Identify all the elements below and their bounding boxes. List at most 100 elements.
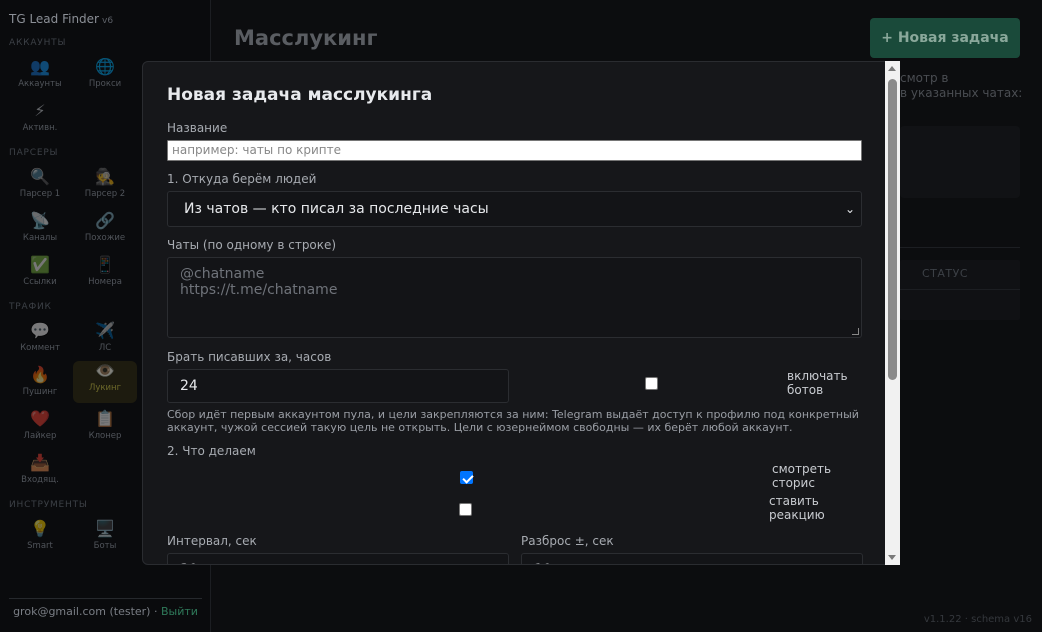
sidebar-item-label: Парсер 2 xyxy=(84,189,126,199)
sidebar-item-label: Лукинг xyxy=(88,383,122,393)
sidebar-item-looking[interactable]: 👁️ Лукинг xyxy=(73,361,137,403)
chats-placeholder-line-2: https://t.me/chatname xyxy=(180,282,338,298)
inbox-icon: 📥 xyxy=(30,453,50,472)
sidebar-item-smart[interactable]: 💡 Smart xyxy=(8,519,72,561)
scrollbar-thumb[interactable] xyxy=(888,79,897,380)
sidebar-item-label: Пушинг xyxy=(22,387,58,397)
globe-icon: 🌐 xyxy=(95,57,115,76)
sidebar-item-label: Прокси xyxy=(88,79,122,89)
sidebar-item-label: Smart xyxy=(27,541,53,551)
new-task-modal: Новая задача масслукинга Название наприм… xyxy=(142,61,900,565)
include-bots-label-line-2: ботов xyxy=(787,383,824,397)
user-box: grok@gmail.com (tester) · Выйти xyxy=(9,598,202,618)
sidebar-item-label: Коммент xyxy=(20,343,60,353)
sidebar-item-bots[interactable]: 🖥️ Боты xyxy=(73,519,137,561)
sidebar-item-inbox[interactable]: 📥 Входящ. xyxy=(8,453,72,495)
fire-icon: 🔥 xyxy=(30,365,50,384)
plane-icon: ✈️ xyxy=(95,321,115,340)
antenna-icon: 📡 xyxy=(30,211,50,230)
include-bots-checkbox[interactable] xyxy=(645,377,658,390)
hours-input[interactable]: 24 xyxy=(167,369,509,403)
check-icon: ✅ xyxy=(30,255,50,274)
chats-placeholder-line-1: @chatname xyxy=(180,266,265,282)
sidebar-item-label: ЛС xyxy=(98,343,112,353)
react-checkbox[interactable] xyxy=(459,503,472,516)
interval-input[interactable]: 30 xyxy=(167,553,509,564)
hours-label: Брать писавших за, часов xyxy=(167,350,332,364)
new-task-button[interactable]: + Новая задача xyxy=(870,18,1020,58)
eye-icon: 👁️ xyxy=(95,361,115,380)
table-row xyxy=(900,289,1020,290)
section-accounts: АККАУНТЫ xyxy=(9,38,67,48)
monitor-icon: 🖥️ xyxy=(95,519,115,538)
page-description-line-1: смотр в xyxy=(900,71,949,85)
sidebar-item-label: Активн. xyxy=(22,123,58,133)
sidebar-item-cloner[interactable]: 📋 Клонер xyxy=(73,409,137,451)
source-select[interactable]: Из чатов — кто писал за последние часы ⌄ xyxy=(167,191,862,227)
watch-stories-label-line-1: смотреть xyxy=(772,462,832,476)
sidebar-item-liker[interactable]: ❤️ Лайкер xyxy=(8,409,72,451)
spread-label: Разброс ±, сек xyxy=(521,534,614,548)
users-icon: 👥 xyxy=(30,57,50,76)
sidebar-item-parser-2[interactable]: 🕵️ Парсер 2 xyxy=(73,167,137,209)
section-parsers: ПАРСЕРЫ xyxy=(9,148,59,158)
scroll-down-arrow-icon[interactable] xyxy=(888,555,896,560)
sidebar-item-accounts[interactable]: 👥 Аккаунты xyxy=(8,57,72,99)
name-label: Название xyxy=(167,121,228,135)
chats-label: Чаты (по одному в строке) xyxy=(167,238,337,252)
lightning-icon: ⚡ xyxy=(34,101,46,120)
sidebar-item-label: Каналы xyxy=(22,233,58,243)
phone-icon: 📱 xyxy=(95,255,115,274)
user-email: grok@gmail.com (tester) xyxy=(13,605,151,618)
chevron-down-icon: ⌄ xyxy=(844,202,855,216)
source-select-value: Из чатов — кто писал за последние часы xyxy=(184,201,489,217)
watch-stories-checkbox[interactable] xyxy=(460,471,473,484)
name-input[interactable]: например: чаты по крипте xyxy=(167,140,862,161)
divider xyxy=(900,247,1020,248)
sidebar-item-numbers[interactable]: 📱 Номера xyxy=(73,255,137,297)
sidebar-item-parser-1[interactable]: 🔍 Парсер 1 xyxy=(8,167,72,209)
link-icon: 🔗 xyxy=(95,211,115,230)
sidebar-item-comment[interactable]: 💬 Коммент xyxy=(8,321,72,363)
version-footer: v1.1.22 · schema v16 xyxy=(923,614,1032,625)
sidebar-item-pushing[interactable]: 🔥 Пушинг xyxy=(8,365,72,407)
sidebar-item-similar[interactable]: 🔗 Похожие xyxy=(73,211,137,253)
chats-textarea[interactable]: @chatname https://t.me/chatname xyxy=(167,257,862,338)
page-title: Масслукинг xyxy=(234,26,378,50)
section-traffic: ТРАФИК xyxy=(9,302,52,312)
speech-bubble-icon: 💬 xyxy=(30,321,50,340)
table-header-status: СТАТУС xyxy=(922,267,969,280)
lightbulb-icon: 💡 xyxy=(30,519,50,538)
sidebar-item-label: Входящ. xyxy=(21,475,59,485)
page-description-line-2: в указанных чатах: xyxy=(900,86,1023,100)
sidebar-item-dm[interactable]: ✈️ ЛС xyxy=(73,321,137,363)
spread-input[interactable]: 10 xyxy=(521,553,863,564)
scroll-up-arrow-icon[interactable] xyxy=(888,66,896,71)
info-card xyxy=(900,126,1020,198)
interval-label: Интервал, сек xyxy=(167,534,257,548)
page-description: смотр вв указанных чатах: xyxy=(900,71,1022,101)
magnifier-icon: 🔍 xyxy=(30,167,50,186)
detective-icon: 🕵️ xyxy=(95,167,115,186)
resize-handle-icon[interactable] xyxy=(852,328,859,335)
hint-text: Сбор идёт первым аккаунтом пула, и цели … xyxy=(167,408,859,434)
sidebar-item-label: Лайкер xyxy=(23,431,57,441)
source-label: 1. Откуда берём людей xyxy=(167,172,317,186)
logout-link[interactable]: Выйти xyxy=(161,605,198,618)
react-label-line-1: ставить xyxy=(769,494,819,508)
watch-stories-label-line-2: сторис xyxy=(772,476,815,490)
tasks-table: СТАТУС xyxy=(900,260,1020,320)
sidebar-item-label: Похожие xyxy=(84,233,126,243)
sidebar-item-label: Ссылки xyxy=(23,277,57,287)
sidebar-item-label: Аккаунты xyxy=(18,79,62,89)
sidebar-item-channels[interactable]: 📡 Каналы xyxy=(8,211,72,253)
clipboard-icon: 📋 xyxy=(95,409,115,428)
action-label: 2. Что делаем xyxy=(167,444,256,458)
sidebar-item-links[interactable]: ✅ Ссылки xyxy=(8,255,72,297)
sidebar-item-proxy[interactable]: 🌐 Прокси xyxy=(73,57,137,99)
sidebar-item-label: Клонер xyxy=(88,431,122,441)
modal-scrollbar[interactable] xyxy=(885,61,900,565)
app-brand: TG Lead Finder v6 xyxy=(9,12,113,26)
version-badge: v6 xyxy=(102,16,114,26)
sidebar-item-activity[interactable]: ⚡ Активн. xyxy=(8,101,72,143)
